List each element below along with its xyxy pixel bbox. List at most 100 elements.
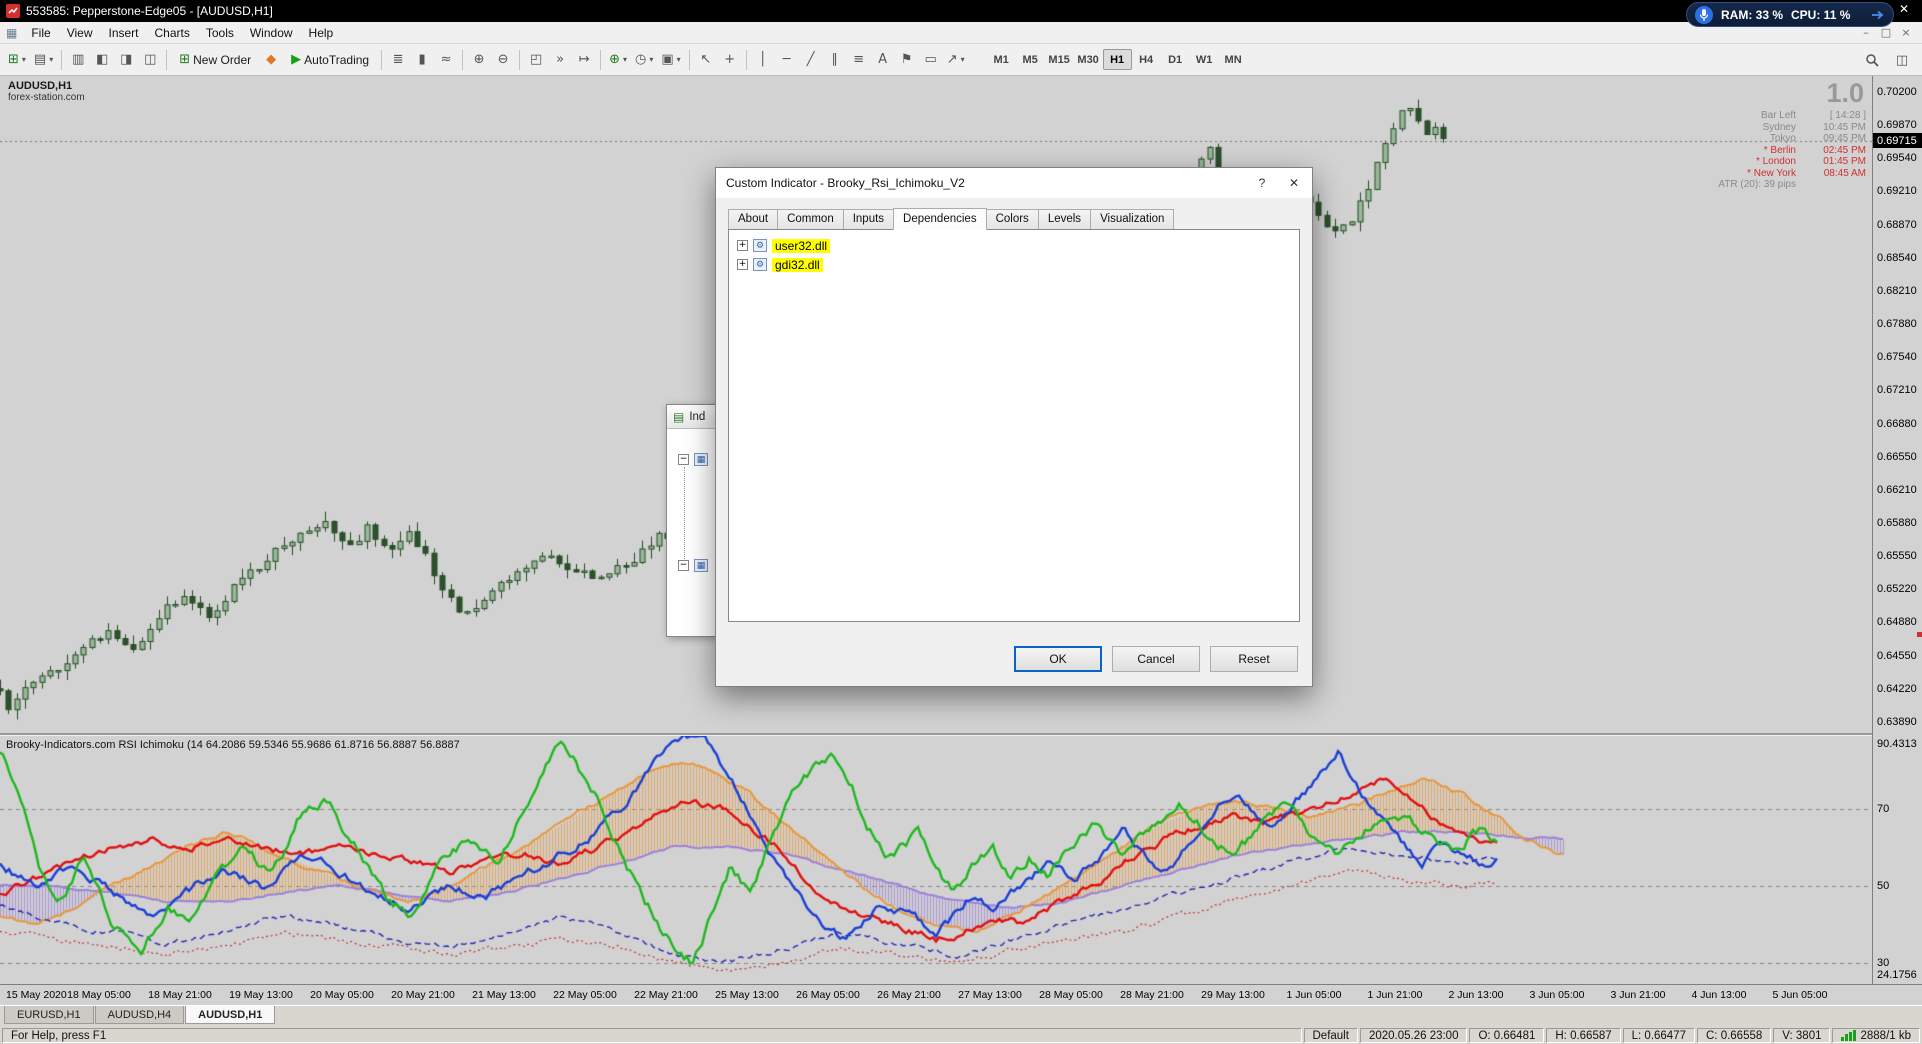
profiles-button[interactable]: ▤ ▾ — [30, 48, 57, 72]
tab-dependencies[interactable]: Dependencies — [893, 208, 987, 230]
price-tick-label: 0.68870 — [1877, 218, 1917, 231]
chevron-down-icon: ▾ — [49, 55, 54, 64]
timeframe-h4[interactable]: H4 — [1132, 49, 1161, 70]
menu-insert[interactable]: Insert — [100, 24, 146, 42]
new-order-button-label: New Order — [193, 52, 252, 67]
market-watch-button[interactable]: ▥ — [66, 48, 90, 72]
window-titlebar[interactable]: 553585: Pepperstone-Edge05 - [AUDUSD,H1]… — [0, 0, 1922, 22]
help-button[interactable]: ? — [1246, 169, 1278, 197]
data-window-button[interactable]: ◧ — [90, 48, 114, 72]
menu-charts[interactable]: Charts — [147, 24, 198, 42]
reset-button[interactable]: Reset — [1210, 646, 1298, 672]
zoom-in-button[interactable]: ⊕ — [467, 48, 491, 72]
performance-overlay[interactable]: RAM: 33 % CPU: 11 % — [1686, 2, 1894, 27]
timeframe-m5[interactable]: M5 — [1016, 49, 1045, 70]
tab-levels[interactable]: Levels — [1037, 209, 1092, 230]
tab-visualization[interactable]: Visualization — [1090, 209, 1175, 230]
indicators-window-title: Ind — [689, 410, 706, 423]
dialog-close-button[interactable]: ✕ — [1278, 169, 1310, 197]
text-label-button[interactable]: ⚑ — [895, 48, 919, 72]
navigator-button[interactable]: ◨ — [114, 48, 138, 72]
indicator-chart-canvas[interactable] — [0, 736, 1872, 984]
auto-scroll-button[interactable]: » — [548, 48, 572, 72]
expand-icon[interactable]: + — [737, 259, 748, 270]
collapse-icon[interactable]: − — [678, 560, 689, 571]
fibonacci-button[interactable]: ≡ — [847, 48, 871, 72]
candlestick-chart-button[interactable]: ▮ — [410, 48, 434, 72]
terminal-button[interactable]: ◫ — [138, 48, 162, 72]
timeframe-m1[interactable]: M1 — [987, 49, 1016, 70]
menu-help[interactable]: Help — [301, 24, 342, 42]
new-chart-button[interactable]: ⊞ ▾ — [4, 48, 30, 72]
ok-button[interactable]: OK — [1014, 646, 1102, 672]
search-button[interactable] — [1860, 48, 1884, 72]
trendline-button[interactable]: ╱ — [799, 48, 823, 72]
tab-common[interactable]: Common — [777, 209, 844, 230]
status-profile[interactable]: Default — [1303, 1028, 1358, 1043]
templates-button[interactable]: ▣ ▾ — [657, 48, 684, 72]
crosshair-button[interactable]: + — [718, 48, 742, 72]
cancel-button[interactable]: Cancel — [1112, 646, 1200, 672]
menu-file[interactable]: File — [23, 24, 58, 42]
mdi-close-icon[interactable]: × — [1896, 26, 1916, 39]
chart-window-icon[interactable]: ▦ — [6, 26, 17, 40]
bar-chart-button[interactable]: ≣ — [386, 48, 410, 72]
menu-tools[interactable]: Tools — [198, 24, 242, 42]
price-axis[interactable]: 0.69715 0.70200 0.69870 0.69540 0.69210 0.68… — [1872, 76, 1922, 984]
chart-tab-eurusd-h1[interactable]: EURUSD,H1 — [4, 1006, 94, 1024]
new-order-button[interactable]: ⊞ New Order — [171, 48, 259, 72]
time-tick-label: 1 Jun 21:00 — [1367, 989, 1423, 1001]
time-tick-label: 26 May 05:00 — [796, 989, 860, 1001]
dependency-item[interactable]: + ⚙ user32.dll — [737, 236, 1299, 255]
close-icon[interactable]: ✕ — [1894, 2, 1914, 16]
clock-name: * London — [1755, 156, 1796, 167]
tile-windows-button[interactable]: ◰ — [524, 48, 548, 72]
time-tick-label: 20 May 21:00 — [391, 989, 455, 1001]
expand-icon[interactable]: + — [737, 240, 748, 251]
minimize-icon[interactable]: – — [1856, 26, 1876, 39]
timeframe-w1[interactable]: W1 — [1190, 49, 1219, 70]
toolbar-buttons: ⊞ ▾ ▤ ▾ ▥ ◧ ◨ ◫ ⊞ New Order ◆ ▶ AutoTrading ≣ ▮ ≈ ⊕ ⊖ ◰» ↦ ⊕… — [4, 48, 969, 72]
tab-colors[interactable]: Colors — [985, 209, 1039, 230]
tree-node[interactable]: − ▦ — [678, 453, 708, 466]
timeframe-d1[interactable]: D1 — [1161, 49, 1190, 70]
horizontal-line-button[interactable]: ─ — [775, 48, 799, 72]
status-help-text: For Help, press F1 — [2, 1028, 1302, 1043]
tree-node[interactable]: − ▦ — [678, 559, 708, 572]
chart-shift-button[interactable]: ↦ — [572, 48, 596, 72]
tab-about[interactable]: About — [728, 209, 779, 230]
indicators-button[interactable]: ⊕ ▾ — [605, 48, 631, 72]
dependency-item[interactable]: + ⚙ gdi32.dll — [737, 255, 1299, 274]
cursor-button[interactable]: ↖ — [694, 48, 718, 72]
tab-inputs[interactable]: Inputs — [842, 209, 895, 230]
chart-tab-audusd-h4[interactable]: AUDUSD,H4 — [94, 1006, 185, 1024]
periods-button[interactable]: ◷ ▾ — [631, 48, 657, 72]
price-tick-label: 0.66550 — [1877, 450, 1917, 463]
dependencies-list[interactable]: + ⚙ user32.dll + ⚙ gdi32.dll — [728, 229, 1300, 622]
timeframe-mn[interactable]: MN — [1219, 49, 1248, 70]
shapes-button[interactable]: ▭ — [919, 48, 943, 72]
menu-window[interactable]: Window — [242, 24, 301, 42]
metaeditor-button[interactable]: ◆ — [259, 48, 283, 72]
new-window-button[interactable]: ◫ — [1890, 48, 1914, 72]
autotrading-button[interactable]: ▶ AutoTrading — [283, 48, 377, 72]
pane-divider[interactable] — [0, 733, 1922, 736]
dialog-titlebar[interactable]: Custom Indicator - Brooky_Rsi_Ichimoku_V… — [716, 168, 1312, 198]
collapse-icon[interactable]: − — [678, 454, 689, 465]
timeframe-group: M1 M5 M15 M30 H1 H4 D1 W1 MN — [987, 49, 1248, 70]
menu-view[interactable]: View — [59, 24, 101, 42]
vertical-line-button[interactable]: │ — [751, 48, 775, 72]
channel-button[interactable]: ∥ — [823, 48, 847, 72]
restore-icon[interactable]: □ — [1876, 26, 1896, 39]
timeframe-m15[interactable]: M15 — [1045, 49, 1074, 70]
timeframe-m30[interactable]: M30 — [1074, 49, 1103, 70]
toolbar-separator — [381, 49, 383, 70]
expand-arrow-icon[interactable] — [1871, 10, 1885, 20]
text-button[interactable]: A — [871, 48, 895, 72]
time-axis[interactable]: 15 May 2020 18 May 05:00 18 May 21:00 19 Ma… — [0, 984, 1922, 1005]
chart-tab-audusd-h1[interactable]: AUDUSD,H1 — [185, 1006, 276, 1024]
arrows-button[interactable]: ↗ ▾ — [943, 48, 969, 72]
timeframe-h1[interactable]: H1 — [1102, 49, 1132, 70]
line-chart-button[interactable]: ≈ — [434, 48, 458, 72]
zoom-out-button[interactable]: ⊖ — [491, 48, 515, 72]
